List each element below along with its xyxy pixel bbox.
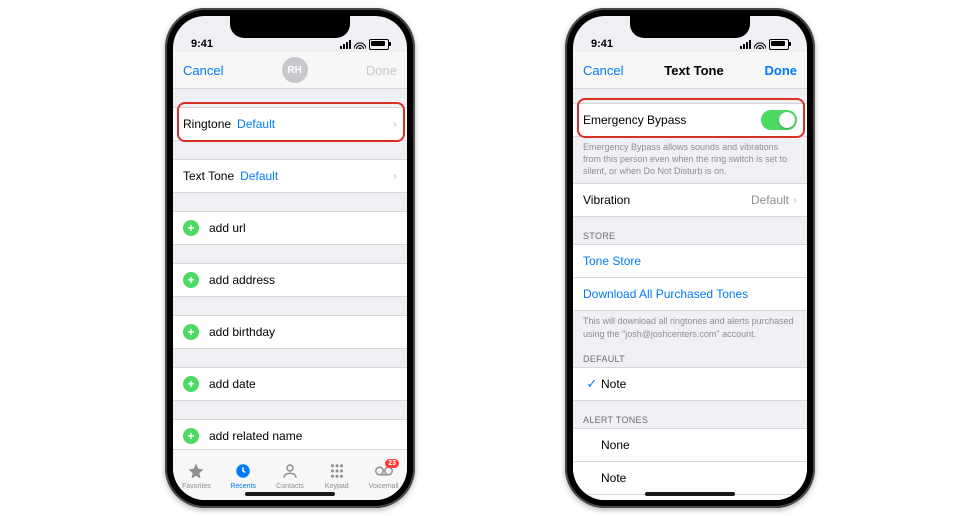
alert-tone-row[interactable]: None [573, 428, 807, 462]
add-address-label: add address [209, 273, 275, 287]
notch [230, 16, 350, 38]
wifi-icon [754, 40, 766, 49]
add-url-row[interactable]: + add url [173, 211, 407, 245]
ringtone-value: Default [237, 117, 275, 131]
star-icon [187, 461, 205, 481]
vibration-row[interactable]: Vibration Default › [573, 183, 807, 217]
tab-label: Voicemail [369, 483, 399, 490]
add-date-label: add date [209, 377, 256, 391]
content: Emergency Bypass Emergency Bypass allows… [573, 89, 807, 500]
alert-header: ALERT TONES [573, 401, 807, 428]
iphone-left: 9:41 Cancel RH Done Ringtone Default › [165, 8, 415, 508]
plus-icon: + [183, 220, 199, 236]
tab-favorites[interactable]: Favorites [173, 461, 220, 490]
plus-icon: + [183, 376, 199, 392]
nav-bar: Cancel RH Done [173, 52, 407, 89]
cancel-button[interactable]: Cancel [583, 63, 623, 78]
ringtone-label: Ringtone [183, 117, 231, 131]
cellular-icon [340, 40, 351, 49]
toggle-on-icon[interactable] [761, 110, 797, 130]
emergency-bypass-label: Emergency Bypass [583, 113, 686, 127]
add-related-label: add related name [209, 429, 302, 443]
nav-bar: Cancel Text Tone Done [573, 52, 807, 89]
texttone-row[interactable]: Text Tone Default › [173, 159, 407, 193]
battery-icon [369, 39, 389, 50]
default-header: DEFAULT [573, 340, 807, 367]
home-indicator[interactable] [245, 492, 335, 496]
default-tone-label: Note [601, 377, 626, 391]
checkmark-icon: ✓ [583, 376, 601, 392]
tab-label: Recents [230, 483, 256, 490]
home-indicator[interactable] [645, 492, 735, 496]
add-birthday-label: add birthday [209, 325, 275, 339]
iphone-right: 9:41 Cancel Text Tone Done Emergency Byp… [565, 8, 815, 508]
cellular-icon [740, 40, 751, 49]
chevron-right-icon: › [393, 169, 397, 183]
screen-right: 9:41 Cancel Text Tone Done Emergency Byp… [573, 16, 807, 500]
vibration-value: Default [751, 193, 789, 207]
add-address-row[interactable]: + add address [173, 263, 407, 297]
add-url-label: add url [209, 221, 246, 235]
emergency-note: Emergency Bypass allows sounds and vibra… [573, 137, 807, 177]
avatar[interactable]: RH [282, 57, 308, 83]
content: Ringtone Default › Text Tone Default › + [173, 89, 407, 449]
canvas: 9:41 Cancel RH Done Ringtone Default › [0, 0, 980, 516]
download-tones-row[interactable]: Download All Purchased Tones [573, 278, 807, 311]
emergency-bypass-row[interactable]: Emergency Bypass [573, 103, 807, 137]
download-tones-label: Download All Purchased Tones [583, 287, 748, 301]
tab-keypad[interactable]: Keypad [313, 461, 360, 490]
alert-tone-row[interactable]: Note [573, 462, 807, 495]
add-related-row[interactable]: + add related name [173, 419, 407, 449]
done-button[interactable]: Done [765, 63, 798, 78]
done-button: Done [366, 63, 397, 78]
default-tone-row[interactable]: ✓ Note [573, 367, 807, 401]
clock: 9:41 [591, 38, 613, 50]
alert-tone-label: Note [601, 471, 626, 485]
clock-icon [234, 461, 252, 481]
keypad-icon [328, 461, 346, 481]
tab-voicemail[interactable]: 23 Voicemail [360, 461, 407, 490]
alert-tone-label: None [601, 438, 630, 452]
store-header: STORE [573, 217, 807, 244]
voicemail-badge: 23 [385, 459, 399, 468]
store-note: This will download all ringtones and ale… [573, 311, 807, 339]
plus-icon: + [183, 324, 199, 340]
battery-icon [769, 39, 789, 50]
tab-label: Favorites [182, 483, 211, 490]
tab-contacts[interactable]: Contacts [267, 461, 314, 490]
tab-recents[interactable]: Recents [220, 461, 267, 490]
tab-label: Keypad [325, 483, 349, 490]
vibration-label: Vibration [583, 193, 630, 207]
cancel-button[interactable]: Cancel [183, 63, 223, 78]
tone-store-label: Tone Store [583, 254, 641, 268]
page-title: Text Tone [664, 63, 723, 78]
tab-label: Contacts [276, 483, 304, 490]
add-date-row[interactable]: + add date [173, 367, 407, 401]
chevron-right-icon: › [393, 117, 397, 131]
clock: 9:41 [191, 38, 213, 50]
screen-left: 9:41 Cancel RH Done Ringtone Default › [173, 16, 407, 500]
texttone-label: Text Tone [183, 169, 234, 183]
chevron-right-icon: › [793, 193, 797, 207]
notch [630, 16, 750, 38]
person-icon [281, 461, 299, 481]
plus-icon: + [183, 428, 199, 444]
add-birthday-row[interactable]: + add birthday [173, 315, 407, 349]
texttone-value: Default [240, 169, 278, 183]
wifi-icon [354, 40, 366, 49]
ringtone-row[interactable]: Ringtone Default › [173, 107, 407, 141]
tone-store-row[interactable]: Tone Store [573, 244, 807, 278]
plus-icon: + [183, 272, 199, 288]
